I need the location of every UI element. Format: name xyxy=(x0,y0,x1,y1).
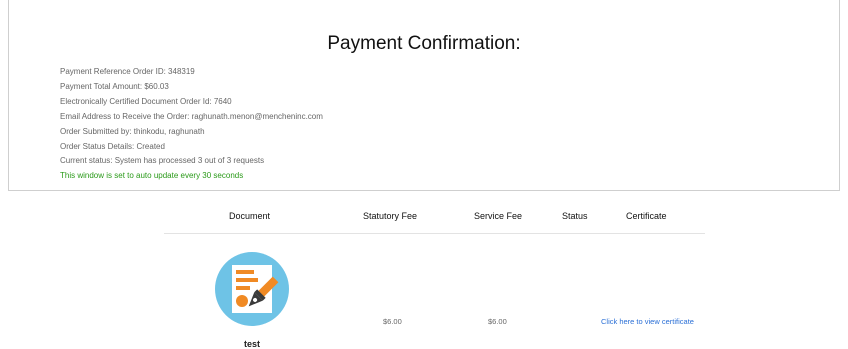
order-id-line: Payment Reference Order ID: 348319 xyxy=(60,67,195,76)
page-title: Payment Confirmation: xyxy=(327,33,521,54)
certified-order-id-line: Electronically Certified Document Order … xyxy=(60,96,232,106)
order-details: Payment Reference Order ID: 348319 Payme… xyxy=(60,65,323,184)
status-details-line: Order Status Details: Created xyxy=(60,141,165,151)
column-header-certificate: Certificate xyxy=(626,211,667,221)
email-line: Email Address to Receive the Order: ragh… xyxy=(60,111,323,121)
submitted-by-line: Order Submitted by: thinkodu, raghunath xyxy=(60,126,205,136)
document-name: test xyxy=(244,339,261,349)
payment-confirmation-panel: Payment Confirmation: Payment Reference … xyxy=(8,0,840,191)
total-amount-line: Payment Total Amount: $60.03 xyxy=(60,81,169,91)
column-header-statutory-fee: Statutory Fee xyxy=(363,211,418,221)
view-certificate-link[interactable]: Click here to view certificate xyxy=(601,317,694,326)
column-header-status: Status xyxy=(562,211,588,221)
header-divider xyxy=(164,233,705,234)
column-header-document: Document xyxy=(229,211,271,221)
current-status-line: Current status: System has processed 3 o… xyxy=(60,156,265,166)
auto-update-note: This window is set to auto update every … xyxy=(60,171,244,181)
service-fee-value: $6.00 xyxy=(488,317,507,326)
statutory-fee-value: $6.00 xyxy=(383,317,402,326)
column-header-service-fee: Service Fee xyxy=(474,211,523,221)
document-pen-icon xyxy=(215,252,289,326)
